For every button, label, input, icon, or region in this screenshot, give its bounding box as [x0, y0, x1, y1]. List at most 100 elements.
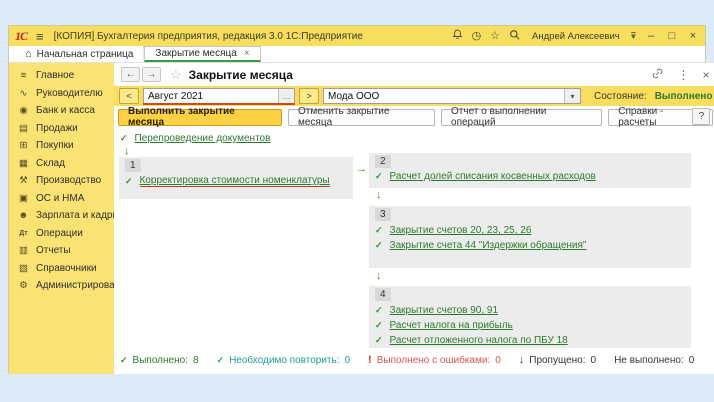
sidebar-item-manager[interactable]: ∿ Руководителю — [9, 85, 114, 103]
form-close-icon[interactable]: × — [702, 69, 709, 81]
done-check-icon: ✓ — [375, 240, 383, 250]
operation-close-accounts-20-26: ✓ Закрытие счетов 20, 23, 25, 26 — [375, 225, 685, 236]
operations-report-button[interactable]: Отчет о выполнении операций — [441, 106, 603, 128]
sidebar-item-administration[interactable]: ⚙ Администрирование — [9, 277, 131, 295]
status-legend: ✓ Выполнено: 8 ✓ Необходимо повторить: 0… — [120, 354, 694, 366]
close-button[interactable]: × — [687, 30, 699, 42]
done-check-icon: ✓ — [375, 320, 383, 330]
minimize-button[interactable]: – — [645, 30, 657, 42]
sales-icon: ▤ — [19, 122, 28, 134]
period-picker-icon[interactable]: … — [278, 89, 294, 103]
sidebar-item-sales[interactable]: ▤ Продажи — [9, 120, 114, 138]
notifications-bell-icon[interactable] — [452, 28, 463, 44]
operation-link[interactable]: Корректировка стоимости номенклатуры — [139, 175, 330, 187]
salary-hr-person-icon: ☻ — [18, 210, 29, 222]
operation-link[interactable]: Перепроведение документов — [135, 133, 271, 144]
operation-link[interactable]: Закрытие счетов 90, 91 — [390, 305, 498, 316]
check-icon: ✓ — [120, 354, 128, 365]
tab-month-closing[interactable]: Закрытие месяца × — [144, 46, 261, 62]
sidebar-item-warehouse[interactable]: ▦ Склад — [9, 155, 114, 173]
manager-chart-icon: ∿ — [19, 87, 28, 99]
home-icon: ⌂ — [25, 48, 32, 60]
tab-label: Закрытие месяца — [155, 48, 237, 59]
form-month-closing: ← → ☆ Закрытие месяца ⋮ × < … — [114, 63, 714, 374]
warehouse-icon: ▦ — [19, 157, 28, 169]
search-icon[interactable] — [509, 29, 521, 44]
params-bar: < … > ▾ Состояние: Выполнено — [114, 86, 714, 106]
perform-closing-button[interactable]: Выполнить закрытие месяца — [118, 106, 282, 128]
service-menu-icon[interactable]: ≡ ▾ — [631, 30, 636, 42]
1c-logo-icon: 1С — [15, 28, 28, 43]
current-user[interactable]: Андрей Алексеевич — [532, 31, 620, 42]
legend-repeat-required: ✓ Необходимо повторить: 0 — [216, 354, 351, 366]
operation-link[interactable]: Закрытие счетов 20, 23, 25, 26 — [390, 225, 532, 236]
operation-cost-adjustment: ✓ Корректировка стоимости номенклатуры — [125, 175, 347, 187]
stage-2-block: 2 ✓ Расчет долей списания косвенных расх… — [369, 153, 691, 188]
main-menu-icon[interactable]: ≡ — [36, 29, 44, 44]
maximize-button[interactable]: □ — [666, 30, 678, 42]
tab-label: Начальная страница — [36, 48, 134, 60]
sidebar-item-purchases[interactable]: ⊞ Покупки — [9, 137, 114, 155]
fixed-assets-icon: ▣ — [19, 192, 28, 204]
history-icon[interactable]: ◷ — [472, 30, 482, 42]
favorites-star-icon[interactable]: ☆ — [490, 30, 500, 42]
window-title: [КОПИЯ] Бухгалтерия предприятия, редакци… — [53, 30, 363, 42]
app-window: 1С ≡ [КОПИЯ] Бухгалтерия предприятия, ре… — [8, 25, 714, 374]
organization-input[interactable] — [324, 89, 564, 103]
next-period-button[interactable]: > — [299, 88, 319, 104]
help-button[interactable]: ? — [692, 108, 711, 125]
check-icon: ✓ — [216, 354, 225, 365]
operation-close-account-44: ✓ Закрытие счета 44 "Издержки обращения" — [375, 240, 685, 251]
done-check-icon: ✓ — [120, 133, 128, 143]
legend-not-performed: Не выполнено: 0 — [614, 354, 695, 366]
stage-number: 2 — [375, 155, 391, 168]
nav-back-button[interactable]: ← — [121, 67, 140, 82]
sidebar-item-production[interactable]: ⚒ Производство — [9, 172, 114, 190]
period-input[interactable] — [144, 89, 278, 103]
previous-period-button[interactable]: < — [119, 88, 139, 104]
closing-scheme: ✓ Перепроведение документов ↓ 1 ✓ Коррек… — [114, 128, 714, 374]
sidebar-item-main[interactable]: ≡ Главное — [9, 67, 114, 85]
flow-right-arrow-icon: → — [356, 163, 367, 175]
operation-link[interactable]: Закрытие счета 44 "Издержки обращения" — [390, 240, 587, 251]
sidebar-item-reports[interactable]: ▥ Отчеты — [9, 242, 114, 260]
sidebar-item-salary-hr[interactable]: ☻ Зарплата и кадры — [9, 207, 120, 225]
legend-completed-with-errors: ! Выполнено с ошибками: 0 — [368, 354, 501, 366]
operation-link[interactable]: Расчет отложенного налога по ПБУ 18 — [390, 335, 568, 346]
tab-bar: ⌂ Начальная страница Закрытие месяца × — [9, 46, 705, 63]
more-actions-icon[interactable]: ⋮ — [677, 69, 689, 81]
exclamation-icon: ! — [368, 354, 372, 366]
cancel-closing-button[interactable]: Отменить закрытие месяца — [287, 106, 436, 128]
flow-down-arrow-icon: ↓ — [376, 270, 382, 282]
period-field: … — [143, 88, 295, 105]
titlebar: 1С ≡ [КОПИЯ] Бухгалтерия предприятия, ре… — [9, 26, 705, 46]
tab-home-page[interactable]: ⌂ Начальная страница — [15, 46, 145, 62]
tab-close-icon[interactable]: × — [244, 48, 250, 59]
catalogs-book-icon: ▧ — [19, 262, 28, 274]
down-arrow-icon: ↓ — [518, 354, 525, 366]
sidebar-item-operations[interactable]: Дт Операции — [9, 225, 114, 243]
sidebar-item-fixed-assets[interactable]: ▣ ОС и НМА — [9, 190, 114, 208]
favorite-star-icon[interactable]: ☆ — [170, 67, 182, 83]
stage-number: 4 — [375, 288, 391, 301]
legend-skipped: ↓ Пропущено: 0 — [518, 354, 597, 366]
legend-completed: ✓ Выполнено: 8 — [120, 354, 199, 366]
operation-link[interactable]: Расчет долей списания косвенных расходов — [390, 171, 596, 182]
sidebar-item-catalogs[interactable]: ▧ Справочники — [9, 260, 114, 278]
nav-forward-button[interactable]: → — [142, 67, 161, 82]
get-link-icon[interactable] — [651, 67, 664, 82]
organization-dropdown-icon[interactable]: ▾ — [564, 89, 580, 103]
status-value: Выполнено — [654, 90, 713, 102]
section-sidebar: ≡ Главное ∿ Руководителю ◉ Банк и касса ▤ Пр… — [9, 63, 131, 374]
administration-gear-icon: ⚙ — [19, 280, 28, 292]
operation-link[interactable]: Расчет налога на прибыль — [390, 320, 513, 331]
production-icon: ⚒ — [19, 175, 28, 187]
done-check-icon: ✓ — [375, 335, 383, 345]
operation-indirect-costs: ✓ Расчет долей списания косвенных расход… — [375, 171, 685, 182]
flow-down-arrow-icon: ↓ — [376, 189, 382, 201]
operation-close-accounts-90-91: ✓ Закрытие счетов 90, 91 — [375, 305, 685, 316]
purchases-cart-icon: ⊞ — [19, 140, 28, 152]
sidebar-item-bank-cash[interactable]: ◉ Банк и касса — [9, 102, 114, 120]
done-check-icon: ✓ — [375, 305, 383, 315]
stage-number: 1 — [125, 159, 141, 172]
